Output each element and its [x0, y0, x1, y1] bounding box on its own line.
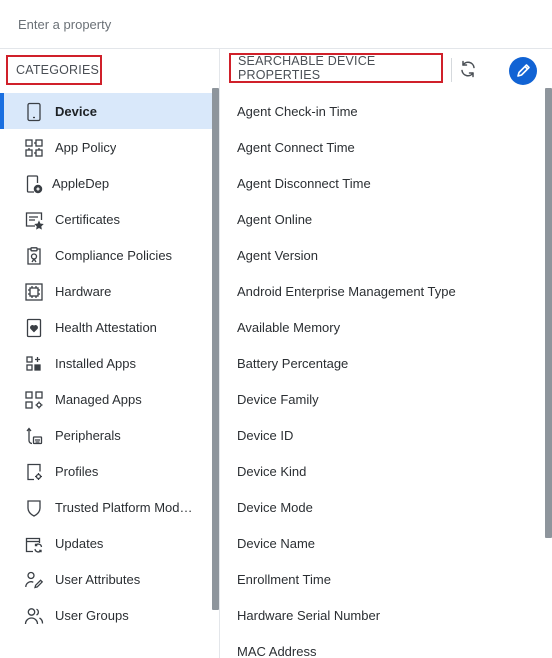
toolbar-separator — [451, 58, 452, 82]
category-label: Certificates — [55, 211, 121, 227]
category-label: User Attributes — [55, 571, 141, 587]
category-label: Managed Apps — [55, 391, 142, 407]
property-item[interactable]: Device Family — [220, 381, 544, 417]
category-item-managed-apps[interactable]: Managed Apps — [0, 381, 212, 417]
property-item[interactable]: Android Enterprise Management Type — [220, 273, 544, 309]
edit-button[interactable] — [509, 57, 537, 85]
property-item[interactable]: Agent Check-in Time — [220, 93, 544, 129]
app-policy-icon — [24, 138, 44, 158]
category-item-compliance-policies[interactable]: Compliance Policies — [0, 237, 212, 273]
property-item[interactable]: Device Name — [220, 525, 544, 561]
category-label: Trusted Platform Mod… — [55, 499, 193, 515]
property-item[interactable]: Agent Disconnect Time — [220, 165, 544, 201]
compliance-icon — [24, 246, 44, 266]
properties-header: SEARCHABLE DEVICE PROPERTIES — [229, 53, 443, 83]
category-item-certificates[interactable]: Certificates — [0, 201, 212, 237]
managed-apps-icon — [24, 390, 44, 410]
user-attributes-icon — [24, 570, 44, 590]
category-label: Updates — [55, 535, 104, 551]
category-label: Hardware — [55, 283, 112, 299]
health-icon — [24, 318, 44, 338]
property-item[interactable]: Device ID — [220, 417, 544, 453]
category-item-appledep[interactable]: AppleDep — [0, 165, 212, 201]
category-item-installed-apps[interactable]: Installed Apps — [0, 345, 212, 381]
category-list: Device App Policy AppleDep Certificates … — [0, 93, 212, 633]
peripherals-icon — [24, 426, 44, 446]
installed-apps-icon — [24, 354, 44, 374]
property-list: Agent Check-in Time Agent Connect Time A… — [220, 93, 544, 658]
device-icon — [24, 102, 44, 122]
updates-icon — [24, 534, 44, 554]
search-bar — [0, 0, 552, 49]
profiles-icon — [24, 462, 44, 482]
certificate-icon — [24, 210, 44, 230]
property-item[interactable]: Device Mode — [220, 489, 544, 525]
property-item[interactable]: Hardware Serial Number — [220, 597, 544, 633]
property-item[interactable]: Agent Connect Time — [220, 129, 544, 165]
properties-header-label: SEARCHABLE DEVICE PROPERTIES — [238, 54, 376, 82]
category-label: Peripherals — [55, 427, 121, 443]
refresh-button[interactable] — [457, 58, 479, 80]
category-label: Profiles — [55, 463, 99, 479]
property-item[interactable]: Battery Percentage — [220, 345, 544, 381]
properties-scrollbar[interactable] — [545, 88, 552, 538]
property-search-input[interactable] — [0, 0, 552, 48]
category-label: Installed Apps — [55, 355, 136, 371]
user-groups-icon — [24, 606, 44, 626]
category-item-app-policy[interactable]: App Policy — [0, 129, 212, 165]
category-label: AppleDep — [52, 175, 110, 191]
categories-header-label: CATEGORIES — [16, 63, 100, 77]
category-item-hardware[interactable]: Hardware — [0, 273, 212, 309]
categories-header: CATEGORIES — [6, 55, 102, 85]
category-item-profiles[interactable]: Profiles — [0, 453, 212, 489]
category-label: Device — [55, 103, 97, 119]
category-label: App Policy — [55, 139, 117, 155]
property-item[interactable]: Available Memory — [220, 309, 544, 345]
shield-icon — [24, 498, 44, 518]
property-item[interactable]: Device Kind — [220, 453, 544, 489]
category-label: Compliance Policies — [55, 247, 173, 263]
category-item-user-groups[interactable]: User Groups — [0, 597, 212, 633]
category-item-trusted-platform-module[interactable]: Trusted Platform Mod… — [0, 489, 212, 525]
category-item-device[interactable]: Device — [0, 93, 212, 129]
categories-scrollbar[interactable] — [212, 88, 219, 610]
property-item[interactable]: MAC Address — [220, 633, 544, 658]
category-label: User Groups — [55, 607, 129, 623]
category-item-user-attributes[interactable]: User Attributes — [0, 561, 212, 597]
property-item[interactable]: Agent Online — [220, 201, 544, 237]
property-item[interactable]: Enrollment Time — [220, 561, 544, 597]
chip-icon — [24, 282, 44, 302]
pencil-icon — [515, 63, 531, 79]
appledep-icon — [24, 174, 44, 194]
category-item-updates[interactable]: Updates — [0, 525, 212, 561]
category-label: Health Attestation — [55, 319, 157, 335]
category-item-peripherals[interactable]: Peripherals — [0, 417, 212, 453]
category-item-health-attestation[interactable]: Health Attestation — [0, 309, 212, 345]
property-item[interactable]: Agent Version — [220, 237, 544, 273]
refresh-icon — [458, 59, 478, 79]
